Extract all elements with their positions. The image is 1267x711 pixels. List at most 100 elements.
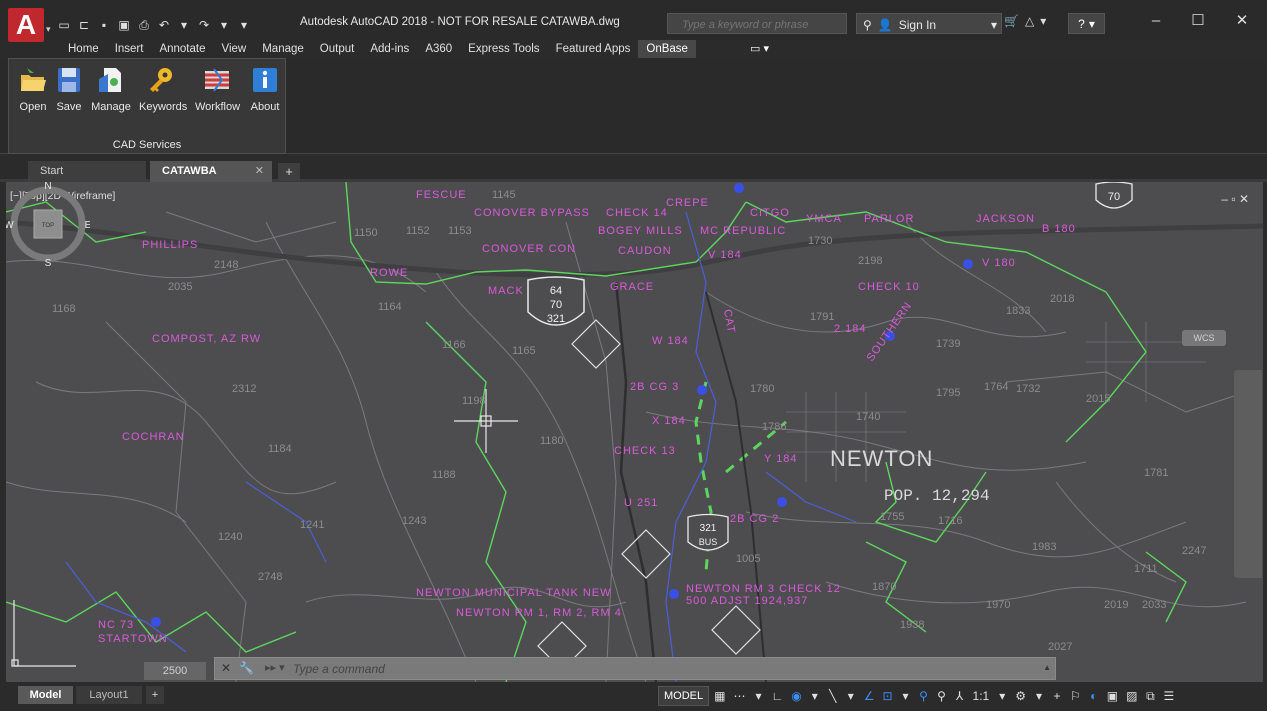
wrench-icon[interactable]: 🔧 [239,661,254,675]
customize-toolbar-icon[interactable]: ▾ [236,17,252,33]
close-icon[interactable]: ✕ [221,661,231,675]
chevron-down-icon[interactable]: ▾ [807,686,823,706]
annotation-visibility-icon[interactable]: ⚲ [916,686,932,706]
layout-tab-layout1[interactable]: Layout1 [76,686,142,704]
close-button[interactable]: ✕ [1222,10,1262,32]
map-label: CONOVER CON [482,243,576,255]
object-snap-tracking-icon[interactable]: ∠ [861,686,878,706]
chevron-down-icon[interactable]: ▾ [898,686,914,706]
save-button[interactable]: Save [47,65,91,121]
close-icon[interactable]: ✕ [255,161,264,182]
help-button[interactable]: ? ▾ [1068,13,1105,34]
ribbon-display-toggle[interactable]: ▭ ▾ [750,40,769,58]
binoculars-icon[interactable]: ⚲ [863,18,872,32]
keywords-button[interactable]: Keywords [139,65,187,121]
manage-button[interactable]: Manage [89,65,133,121]
chevron-down-icon[interactable]: ▾ [216,17,232,33]
tab-a360[interactable]: A360 [417,40,460,58]
customization-menu-icon[interactable]: ☰ [1160,686,1177,706]
elevation-label: 1005 [736,553,760,565]
elevation-label: 1780 [750,383,774,395]
isolate-objects-icon[interactable]: ◐ [1086,686,1102,706]
file-tab-start[interactable]: Start [28,161,146,182]
user-icon: 👤 [877,18,893,32]
map-label: PHILLIPS [142,239,198,251]
map-label: W 184 [652,335,689,347]
gear-icon[interactable]: ⚙ [1012,686,1029,706]
chevron-down-icon[interactable]: ▾ [176,17,192,33]
object-snap-icon[interactable]: ⊡ [879,686,895,706]
chevron-down-icon[interactable]: ▾ [843,686,859,706]
plot-icon[interactable]: ⎙ [136,17,152,33]
command-input[interactable] [293,660,893,678]
tab-view[interactable]: View [214,40,255,58]
application-menu-button[interactable]: A [8,8,44,42]
sign-in-button[interactable]: ⚲ 👤 Sign In ▾ [856,13,1002,34]
isodraft-icon[interactable]: ╲ [825,686,841,706]
save-icon[interactable]: ▪ [96,17,112,33]
tab-home[interactable]: Home [60,40,107,58]
about-button[interactable]: About [243,65,287,121]
tab-add-ins[interactable]: Add-ins [362,40,417,58]
tab-insert[interactable]: Insert [107,40,152,58]
panel-title: CAD Services [112,139,182,151]
add-layout-button[interactable]: + [146,686,164,704]
tab-output[interactable]: Output [312,40,363,58]
fullscreen-icon[interactable]: ⧉ [1142,686,1158,706]
undo-icon[interactable]: ↶ [156,17,172,33]
navigation-bar[interactable] [1234,370,1262,578]
layout-tab-model[interactable]: Model [18,686,73,704]
chevron-down-icon[interactable]: ▾ [994,686,1010,706]
ribbon-minimize-icon[interactable]: ▭ ▾ [750,43,769,55]
grid-icon[interactable]: ▦ [711,686,728,706]
clean-screen-icon[interactable]: ▨ [1123,686,1140,706]
open-file-icon[interactable]: ⊏ [76,17,92,33]
new-drawing-tab-button[interactable]: + [278,163,300,181]
minimize-button[interactable]: – [1136,10,1176,32]
search-input[interactable] [667,13,847,34]
shield-us-321-bus: 321 BUS [687,513,729,551]
elevation-label: 1152 [406,225,430,237]
map-label: MC REPUBLIC [700,225,786,237]
map-label: STARTOWN [98,633,168,645]
ortho-icon[interactable]: ∟ [768,686,786,706]
save-as-icon[interactable]: ▣ [116,17,132,33]
viewport-window-controls[interactable]: – ▫ ✕ [1221,192,1249,206]
annotation-scale-value[interactable]: 1:1 [970,686,993,706]
drawing-viewport[interactable]: 64 70 321 321 BUS 70 FESCUE CONOVER BYPA… [6,182,1263,682]
viewcube-top-label: TOP [42,223,54,229]
cart-icon[interactable]: 🛒 [1004,14,1019,28]
tab-annotate[interactable]: Annotate [151,40,213,58]
chevron-down-icon[interactable]: ▾ [46,24,51,35]
model-space-button[interactable]: MODEL [658,686,710,706]
command-history-icon[interactable]: ▸▸ ▾ [265,661,285,674]
plus-icon[interactable]: + [1049,686,1065,706]
tab-express-tools[interactable]: Express Tools [460,40,547,58]
tab-featured-apps[interactable]: Featured Apps [548,40,639,58]
map-label: FESCUE [416,189,467,201]
maximize-button[interactable]: ☐ [1178,10,1218,32]
hardware-acceleration-icon[interactable]: ▣ [1104,686,1121,706]
units-icon[interactable]: ⚐ [1067,686,1084,706]
polar-tracking-icon[interactable]: ◉ [788,686,804,706]
snap-icon[interactable]: ⋯ [730,686,748,706]
shield-label: 70 [1108,191,1120,203]
file-tab-catawba[interactable]: CATAWBA ✕ [150,161,272,182]
chevron-down-icon[interactable]: ▾ [1031,686,1047,706]
new-file-icon[interactable]: ▭ [56,17,72,33]
chevron-down-icon[interactable]: ▾ [1040,14,1046,28]
wcs-menu-button[interactable]: WCS [1182,330,1226,346]
chevron-down-icon[interactable]: ▾ [750,686,766,706]
a360-icon[interactable]: △ [1025,14,1034,28]
annotation-scale-icon[interactable]: ⅄ [952,686,968,706]
redo-icon[interactable]: ↷ [196,17,212,33]
elevation-label: 1168 [52,303,76,315]
auto-scale-icon[interactable]: ⚲ [934,686,950,706]
viewcube[interactable]: TOP N S E W [6,182,90,266]
chevron-up-icon[interactable]: ▲ [1043,663,1051,672]
tab-onbase[interactable]: OnBase [638,40,696,58]
tab-manage[interactable]: Manage [254,40,312,58]
chevron-down-icon[interactable]: ▾ [991,18,997,32]
map-label: Y 184 [764,453,798,465]
workflow-button[interactable]: Workflow [195,65,240,121]
